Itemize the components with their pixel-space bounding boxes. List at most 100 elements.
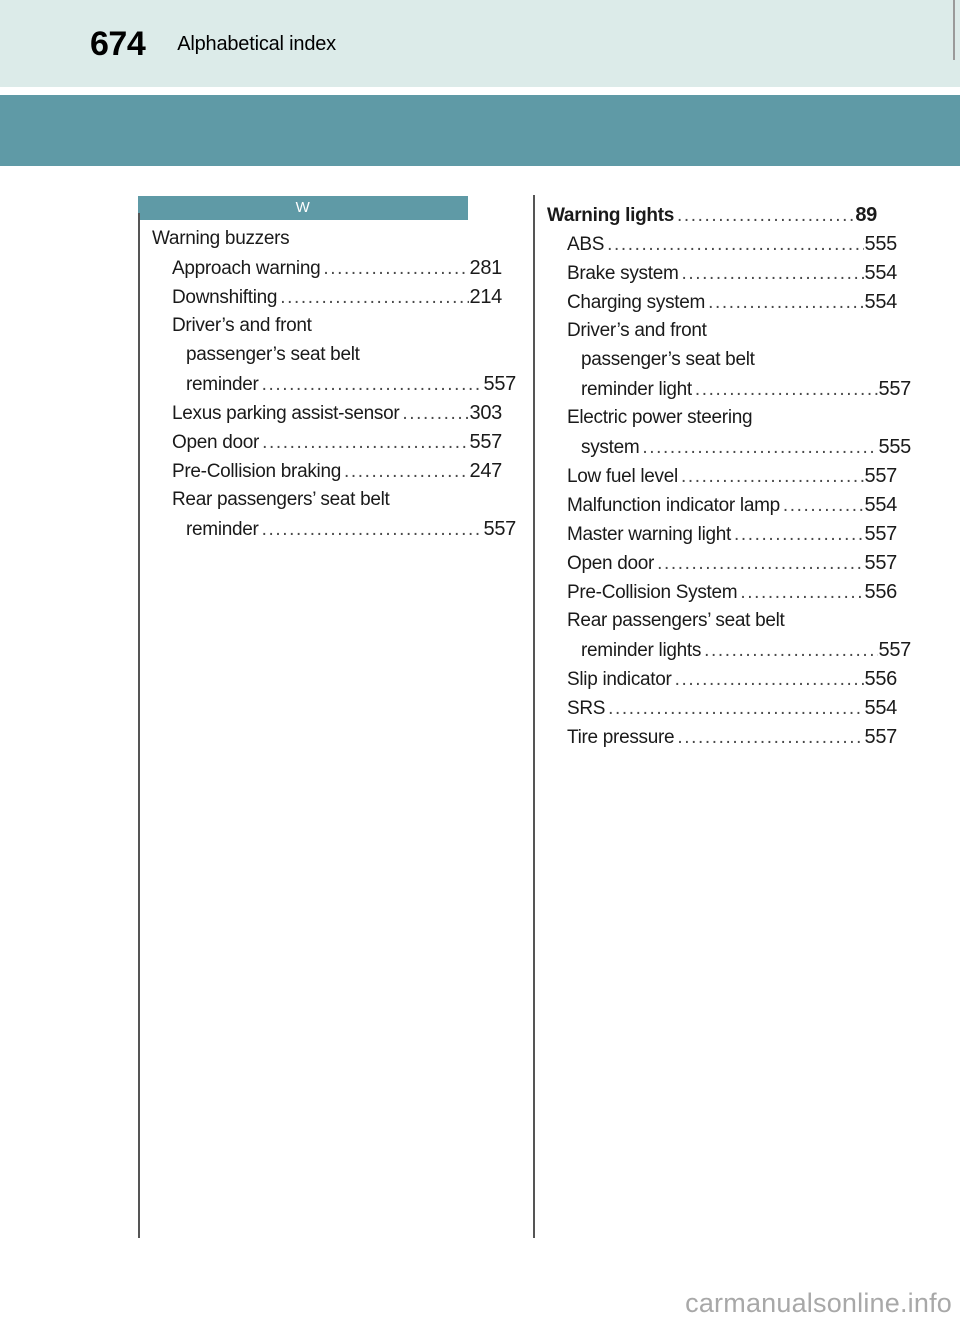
index-entry-page: 554 xyxy=(864,697,898,719)
index-entry-page: 303 xyxy=(469,402,503,424)
dot-leader: ........................................… xyxy=(280,287,469,308)
dot-leader: ........................................… xyxy=(608,698,863,719)
index-entry-page: 554 xyxy=(864,262,898,284)
dot-leader: ........................................… xyxy=(674,669,864,690)
index-entry-label: Driver’s and front xyxy=(172,315,312,336)
index-entry-label: Rear passengers’ seat belt xyxy=(172,489,390,510)
index-column-right: Warning lights..........................… xyxy=(533,195,911,1238)
page-edge-mark xyxy=(953,0,955,60)
index-entry-label: passenger’s seat belt xyxy=(581,349,755,370)
index-entry[interactable]: Downshifting............................… xyxy=(138,286,502,315)
index-entry-page: 555 xyxy=(878,436,912,458)
index-entry[interactable]: Driver’s and front xyxy=(533,320,897,349)
dot-leader: ........................................… xyxy=(782,495,864,516)
index-entry-label: Slip indicator xyxy=(567,669,672,690)
index-entry[interactable]: Brake system............................… xyxy=(533,262,897,291)
index-entry-label: Rear passengers’ seat belt xyxy=(567,610,785,631)
index-entry[interactable]: Warning lights..........................… xyxy=(533,204,877,233)
index-entry-label: reminder lights xyxy=(581,640,702,661)
index-entry[interactable]: Rear passengers’ seat belt xyxy=(138,489,502,518)
index-entry-page: 557 xyxy=(469,431,503,453)
header-accent-band xyxy=(0,95,960,166)
index-entry-page: 555 xyxy=(864,233,898,255)
dot-leader: ........................................… xyxy=(677,205,855,226)
index-entry-label: Approach warning xyxy=(172,258,321,279)
index-entry[interactable]: passenger’s seat belt xyxy=(138,344,516,373)
dot-leader: ........................................… xyxy=(734,524,863,545)
dot-leader: ........................................… xyxy=(677,727,864,748)
index-entry[interactable]: ABS.....................................… xyxy=(533,233,897,262)
index-entry-list: Warning buzzers Approach warning.........… xyxy=(138,220,516,547)
index-entry[interactable]: Rear passengers’ seat belt xyxy=(533,610,897,639)
index-entry-label: Open door xyxy=(567,553,655,574)
index-entry[interactable]: Lexus parking assist-sensor.............… xyxy=(138,402,502,431)
index-entry-page: 556 xyxy=(864,668,898,690)
index-entry[interactable]: Malfunction indicator lamp..............… xyxy=(533,494,897,523)
index-entry-label: Downshifting xyxy=(172,287,278,308)
index-entry[interactable]: passenger’s seat belt xyxy=(533,349,911,378)
dot-leader: ........................................… xyxy=(261,374,483,395)
index-entry-label: Electric power steering xyxy=(567,407,753,428)
index-entry-page: 281 xyxy=(469,257,503,279)
index-entry-page: 554 xyxy=(864,291,898,313)
dot-leader: ........................................… xyxy=(607,234,863,255)
index-entry[interactable]: Slip indicator..........................… xyxy=(533,668,897,697)
index-entry-page: 556 xyxy=(864,581,898,603)
index-entry[interactable]: SRS.....................................… xyxy=(533,697,897,726)
dot-leader: ........................................… xyxy=(740,582,864,603)
watermark: carmanualsonline.info xyxy=(685,1288,952,1318)
index-entry[interactable]: Pre-Collision braking...................… xyxy=(138,460,502,489)
index-entry-label: Low fuel level xyxy=(567,466,678,487)
index-entry[interactable]: Open door...............................… xyxy=(533,552,897,581)
index-entry-label: passenger’s seat belt xyxy=(186,344,360,365)
index-entry-page: 557 xyxy=(483,518,517,540)
dot-leader: ........................................… xyxy=(708,292,863,313)
index-entry[interactable]: Electric power steering xyxy=(533,407,897,436)
index-entry[interactable]: Pre-Collision System....................… xyxy=(533,581,897,610)
index-entry-label: Driver’s and front xyxy=(567,320,707,341)
index-entry-page: 557 xyxy=(878,378,912,400)
index-entry-page: 557 xyxy=(864,726,898,748)
page-header-band: 674 Alphabetical index xyxy=(0,0,960,87)
index-entry-label: Malfunction indicator lamp xyxy=(567,495,780,516)
index-entry[interactable]: Driver’s and front xyxy=(138,315,502,344)
index-entry[interactable]: Low fuel level..........................… xyxy=(533,465,897,494)
index-entry-page: 89 xyxy=(855,204,877,226)
dot-leader: ........................................… xyxy=(344,461,469,482)
index-entry-label: Tire pressure xyxy=(567,727,675,748)
dot-leader: ........................................… xyxy=(402,403,468,424)
index-entry[interactable]: reminder................................… xyxy=(138,373,516,402)
index-column-left: W Warning buzzers Approach warning.......… xyxy=(138,196,516,1238)
index-entry[interactable]: system..................................… xyxy=(533,436,911,465)
index-entry-label: Master warning light xyxy=(567,524,732,545)
index-entry-label: system xyxy=(581,437,640,458)
index-entry-page: 557 xyxy=(864,552,898,574)
index-entry[interactable]: Master warning light....................… xyxy=(533,523,897,552)
letter-section-bar: W xyxy=(138,196,468,220)
dot-leader: ........................................… xyxy=(657,553,864,574)
index-entry[interactable]: Warning buzzers xyxy=(138,228,482,257)
index-entry-page: 557 xyxy=(864,523,898,545)
column-rule xyxy=(138,213,140,1238)
index-entry[interactable]: reminder................................… xyxy=(138,518,516,547)
index-entry-label: SRS xyxy=(567,698,606,719)
dot-leader: ........................................… xyxy=(642,437,877,458)
index-entry-label: reminder light xyxy=(581,379,692,400)
index-entry[interactable]: Approach warning........................… xyxy=(138,257,502,286)
index-entry[interactable]: Open door...............................… xyxy=(138,431,502,460)
dot-leader: ........................................… xyxy=(704,640,877,661)
dot-leader: ........................................… xyxy=(681,263,864,284)
index-entry[interactable]: reminder light..........................… xyxy=(533,378,911,407)
index-entry-page: 557 xyxy=(864,465,898,487)
index-entry[interactable]: Charging system.........................… xyxy=(533,291,897,320)
dot-leader: ........................................… xyxy=(323,258,468,279)
dot-leader: ........................................… xyxy=(680,466,864,487)
index-entry[interactable]: reminder lights.........................… xyxy=(533,639,911,668)
dot-leader: ........................................… xyxy=(262,432,469,453)
index-entry-page: 557 xyxy=(483,373,517,395)
index-entry-label: Lexus parking assist-sensor xyxy=(172,403,400,424)
column-rule xyxy=(533,195,535,1238)
page-header: 674 Alphabetical index xyxy=(90,0,336,87)
index-entry[interactable]: Tire pressure...........................… xyxy=(533,726,897,755)
index-entry-page: 214 xyxy=(469,286,503,308)
